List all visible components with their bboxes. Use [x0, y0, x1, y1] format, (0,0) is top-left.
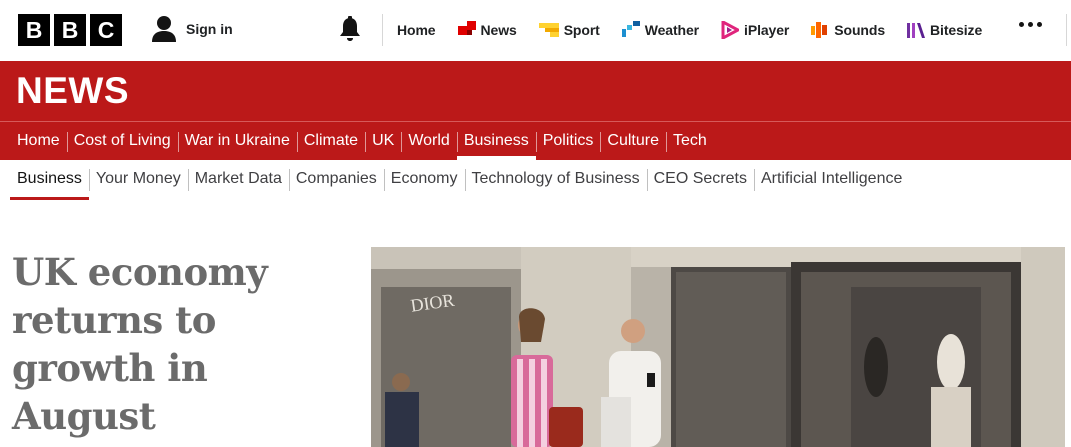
nav-sounds-label: Sounds — [834, 22, 886, 38]
nav-bitesize-label: Bitesize — [930, 22, 983, 38]
masthead-nav: Home News Sport Weather iPlayer Sounds B… — [383, 0, 1004, 60]
bbc-logo-letter: B — [18, 14, 50, 46]
section-nav-home[interactable]: Home — [10, 122, 67, 160]
news-title[interactable]: NEWS — [16, 71, 129, 111]
nav-iplayer[interactable]: iPlayer — [721, 21, 789, 39]
notifications-bell-icon[interactable] — [338, 16, 362, 42]
bbc-logo-letter: C — [90, 14, 122, 46]
nav-sounds[interactable]: Sounds — [811, 21, 885, 39]
user-icon — [152, 16, 176, 42]
section-nav-politics[interactable]: Politics — [535, 122, 601, 160]
nav-weather-label: Weather — [644, 22, 700, 38]
nav-news[interactable]: News — [457, 21, 517, 39]
section-nav-uk[interactable]: UK — [365, 122, 401, 160]
subnav-ceo-secrets[interactable]: CEO Secrets — [646, 160, 754, 198]
iplayer-icon — [721, 21, 740, 39]
headline-line: returns to — [12, 298, 216, 342]
headline-line: growth in — [12, 346, 208, 390]
masthead-divider — [1066, 14, 1067, 46]
nav-iplayer-label: iPlayer — [744, 22, 790, 38]
business-subnav: Business Your Money Market Data Companie… — [0, 160, 1071, 200]
subnav-economy[interactable]: Economy — [383, 160, 465, 198]
sign-in-link[interactable]: Sign in — [151, 14, 233, 44]
subnav-companies[interactable]: Companies — [288, 160, 384, 198]
subnav-business[interactable]: Business — [10, 160, 89, 200]
nav-sport-label: Sport — [563, 22, 600, 38]
section-nav-culture[interactable]: Culture — [600, 122, 666, 160]
section-nav-business[interactable]: Business — [456, 122, 536, 160]
nav-home[interactable]: Home — [397, 22, 436, 38]
nav-news-label: News — [480, 22, 517, 38]
section-nav-war-in-ukraine[interactable]: War in Ukraine — [177, 122, 297, 160]
article-headline[interactable]: UK economy returns to growth in August — [12, 248, 332, 440]
sign-in-label: Sign in — [186, 21, 233, 37]
section-nav-cost-of-living[interactable]: Cost of Living — [66, 122, 178, 160]
section-nav-world[interactable]: World — [401, 122, 457, 160]
shoppers-street-photo: DIOR — [371, 247, 1065, 447]
news-banner: NEWS — [0, 61, 1071, 121]
nav-home-label: Home — [397, 22, 436, 38]
article-hero-image[interactable]: DIOR — [371, 247, 1065, 447]
headline-line: August — [12, 394, 156, 438]
sounds-icon — [811, 22, 828, 38]
bbc-logo-letter: B — [54, 14, 86, 46]
subnav-your-money[interactable]: Your Money — [88, 160, 188, 198]
sport-icon — [538, 23, 559, 37]
nav-sport[interactable]: Sport — [538, 21, 600, 39]
section-nav-tech[interactable]: Tech — [666, 122, 714, 160]
masthead: B B C Sign in Home News Sport Weather iP… — [0, 0, 1071, 60]
bbc-logo[interactable]: B B C — [18, 14, 122, 46]
subnav-market-data[interactable]: Market Data — [187, 160, 289, 198]
subnav-technology-of-business[interactable]: Technology of Business — [464, 160, 647, 198]
section-nav: Home Cost of Living War in Ukraine Clima… — [0, 122, 1071, 160]
nav-bitesize[interactable]: Bitesize — [907, 21, 982, 39]
bitesize-icon — [907, 23, 926, 38]
section-nav-climate[interactable]: Climate — [296, 122, 365, 160]
news-icon — [457, 21, 476, 35]
headline-line: UK economy — [12, 250, 268, 294]
weather-icon — [621, 21, 640, 37]
subnav-artificial-intelligence[interactable]: Artificial Intelligence — [753, 160, 909, 198]
nav-weather[interactable]: Weather — [621, 21, 700, 39]
more-menu-icon[interactable] — [1019, 22, 1042, 27]
